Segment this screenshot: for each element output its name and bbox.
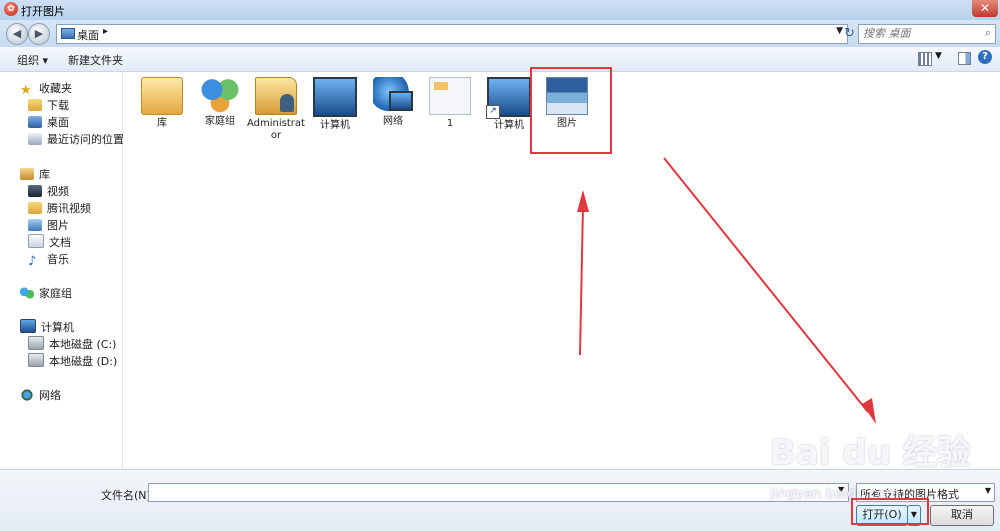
sidebar-item-label: 网络 — [39, 389, 61, 402]
drive-d-icon — [28, 353, 44, 367]
network-icon — [373, 77, 413, 113]
back-arrow-icon[interactable]: ◀ — [6, 23, 28, 45]
sidebar-item-homegroup[interactable]: 家庭组 — [20, 285, 72, 301]
drive-c-icon — [28, 336, 44, 350]
refresh-icon[interactable]: ↻ — [844, 26, 855, 41]
sidebar-item-videos[interactable]: 视频 — [28, 183, 69, 199]
sidebar-item-downloads[interactable]: 下载 — [28, 97, 69, 113]
file-label: 1 — [446, 118, 454, 129]
file-item-1[interactable]: 1 — [419, 77, 481, 130]
sidebar-item-label: 音乐 — [47, 253, 69, 266]
video-library-icon — [28, 185, 42, 197]
file-item-network[interactable]: 网络 — [362, 77, 424, 128]
file-label: 计算机 — [320, 120, 350, 131]
folder-icon — [28, 202, 42, 214]
sidebar-item-label: 本地磁盘 (C:) — [49, 338, 117, 351]
sidebar-item-label: 桌面 — [47, 116, 69, 129]
sidebar-item-label: 计算机 — [41, 321, 74, 334]
file-label: 网络 — [383, 116, 403, 127]
sidebar-item-label: 最近访问的位置 — [47, 133, 124, 146]
window-title: 打开图片 — [21, 5, 65, 18]
view-options-icon[interactable] — [918, 52, 932, 66]
sidebar-item-pictures[interactable]: 图片 — [28, 217, 69, 233]
file-item-computer[interactable]: 计算机 — [304, 77, 366, 132]
close-button[interactable]: ✕ — [972, 0, 998, 17]
recent-places-icon — [28, 133, 42, 145]
title-bar: ✿ 打开图片 ✕ — [0, 0, 1000, 20]
filename-label: 文件名(N): — [101, 489, 155, 502]
file-item-homegroup[interactable]: 家庭组 — [189, 77, 251, 128]
sidebar-item-label: 本地磁盘 (D:) — [49, 355, 118, 368]
desktop-icon — [28, 116, 42, 128]
sidebar-item-label: 家庭组 — [39, 287, 72, 300]
sidebar-item-documents[interactable]: 文档 — [28, 234, 71, 250]
desktop-icon — [61, 28, 75, 39]
app-icon: ✿ — [4, 2, 18, 16]
file-item-library[interactable]: 库 — [131, 77, 193, 130]
library-icon — [20, 168, 34, 180]
cancel-button[interactable]: 取消 — [930, 505, 994, 526]
filename-input[interactable] — [148, 483, 849, 502]
computer-shortcut-icon — [486, 77, 531, 119]
network-icon — [20, 389, 34, 401]
file-item-administrator[interactable]: Administrator — [245, 77, 307, 142]
sidebar-item-drive-c[interactable]: 本地磁盘 (C:) — [28, 336, 116, 352]
picture-library-icon — [28, 219, 42, 231]
organize-button[interactable]: 组织 ▾ — [17, 52, 48, 68]
search-box[interactable]: ⌕ — [858, 24, 996, 44]
sidebar-item-label: 下载 — [47, 99, 69, 112]
homegroup-icon — [200, 77, 240, 113]
sidebar-item-label: 腾讯视频 — [47, 202, 91, 215]
document-icon — [429, 77, 471, 115]
computer-icon — [313, 77, 357, 117]
sidebar-item-music[interactable]: ♪ 音乐 — [28, 251, 69, 269]
chevron-right-icon[interactable]: ▸ — [103, 26, 108, 37]
baidu-watermark: Bai du 经验 — [770, 433, 971, 473]
sidebar-item-label: 图片 — [47, 219, 69, 232]
chevron-down-icon[interactable]: ▼ — [935, 51, 942, 61]
chevron-down-icon[interactable]: ▼ — [985, 486, 991, 495]
sidebar-item-desktop[interactable]: 桌面 — [28, 114, 69, 130]
forward-arrow-icon[interactable]: ▶ — [28, 23, 50, 45]
sidebar-item-label: 库 — [39, 168, 50, 181]
document-library-icon — [28, 234, 44, 248]
baidu-watermark-url: jingyan.baidu.com — [770, 486, 900, 502]
annotation-highlight-pictures — [530, 67, 612, 154]
library-folder-icon — [141, 77, 183, 115]
sidebar-item-recent[interactable]: 最近访问的位置 — [28, 131, 124, 147]
sidebar-item-libraries[interactable]: 库 — [20, 166, 50, 182]
sidebar-item-tencent-video[interactable]: 腾讯视频 — [28, 200, 91, 216]
address-bar[interactable]: 桌面 ▸ ▼ — [56, 24, 848, 44]
sidebar-item-label: 视频 — [47, 185, 69, 198]
annotation-highlight-open — [851, 498, 929, 525]
star-icon: ★ — [20, 83, 32, 98]
search-input[interactable] — [859, 25, 979, 41]
navigation-bar: ◀ ▶ 桌面 ▸ ▼ ↻ ⌕ — [0, 20, 1000, 47]
sidebar-item-drive-d[interactable]: 本地磁盘 (D:) — [28, 353, 117, 369]
file-label: 库 — [157, 118, 167, 129]
command-toolbar: 组织 ▾ 新建文件夹 ▼ ? — [0, 47, 1000, 72]
sidebar-item-label: 收藏夹 — [39, 82, 72, 95]
sidebar-item-computer[interactable]: 计算机 — [20, 319, 74, 335]
file-label: 家庭组 — [205, 116, 235, 127]
navigation-pane: ★ 收藏夹 下载 桌面 最近访问的位置 库 视频 腾讯视频 图片 文档 ♪ 音乐 家… — [0, 72, 124, 469]
sidebar-item-label: 文档 — [49, 236, 71, 249]
computer-icon — [20, 319, 36, 333]
homegroup-icon — [20, 287, 34, 299]
downloads-folder-icon — [28, 99, 42, 111]
preview-pane-icon[interactable] — [958, 52, 971, 65]
search-icon[interactable]: ⌕ — [985, 26, 991, 40]
sidebar-item-favorites[interactable]: ★ 收藏夹 — [20, 80, 72, 98]
music-note-icon: ♪ — [28, 254, 37, 269]
user-folder-icon — [255, 77, 297, 115]
help-icon[interactable]: ? — [978, 50, 992, 64]
address-location: 桌面 — [77, 29, 99, 42]
new-folder-button[interactable]: 新建文件夹 — [68, 52, 123, 68]
file-label: Administrator — [247, 118, 305, 141]
sidebar-item-network[interactable]: 网络 — [20, 387, 61, 403]
chevron-down-icon[interactable]: ▼ — [836, 26, 843, 36]
